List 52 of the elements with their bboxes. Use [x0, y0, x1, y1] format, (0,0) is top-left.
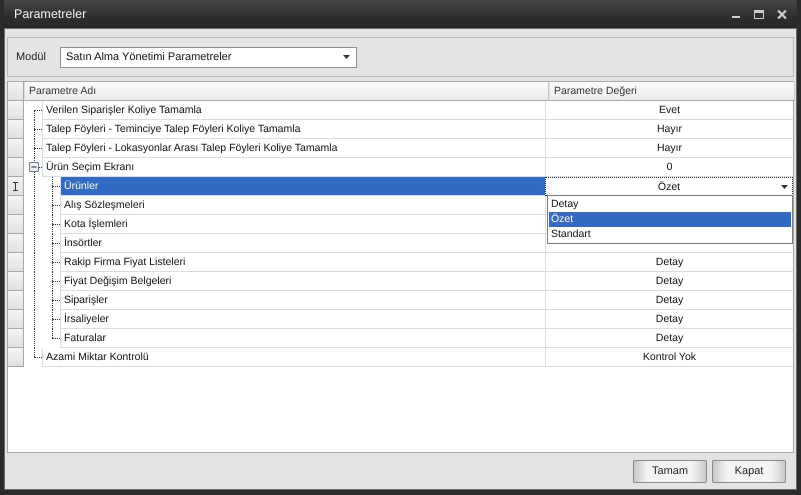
column-header[interactable]: Parametre Değeri: [549, 82, 795, 101]
parameter-name[interactable]: Talep Föyleri - Teminciye Talep Föyleri Koliye Tamamla: [42, 120, 545, 139]
parameter-name[interactable]: Siparişler: [60, 291, 545, 310]
row-header-cell[interactable]: [8, 329, 24, 348]
row-header-cell[interactable]: [8, 310, 24, 329]
collapse-icon[interactable]: [29, 162, 39, 172]
parameter-value: Hayır: [545, 139, 793, 158]
row-header-cell[interactable]: [8, 139, 24, 158]
module-dropdown[interactable]: Satın Alma Yönetimi Parametreler: [60, 46, 357, 68]
parameter-name[interactable]: Faturalar: [60, 329, 545, 348]
dialog-button[interactable]: Kapat: [712, 460, 786, 482]
parameter-value: Detay: [545, 291, 793, 310]
dropdown-option[interactable]: Standart: [549, 227, 791, 242]
row-header-cell[interactable]: [8, 272, 24, 291]
parameter-value: Detay: [545, 310, 793, 329]
row-header-cell[interactable]: [8, 215, 24, 234]
window-title: Parametreler: [14, 7, 88, 21]
row-header-cell[interactable]: [8, 177, 24, 196]
parameter-name[interactable]: Talep Föyleri - Lokasyonlar Arası Talep Föyleri Koliye Tamamla: [42, 139, 545, 158]
parameter-name[interactable]: Kota İşlemleri: [60, 215, 545, 234]
parameter-value: Hayır: [545, 120, 793, 139]
row-header-cell[interactable]: [8, 196, 24, 215]
parameter-value: Evet: [545, 101, 793, 120]
caret-icon: [342, 55, 350, 59]
column-header[interactable]: Parametre Adı: [24, 82, 549, 101]
close-icon[interactable]: [777, 10, 787, 18]
dropdown-option[interactable]: Özet: [549, 212, 791, 227]
parameter-value: 0: [545, 158, 793, 177]
parameter-name[interactable]: Rakip Firma Fiyat Listeleri: [60, 253, 545, 272]
dropdown-option[interactable]: Detay: [549, 197, 791, 212]
parameter-name[interactable]: İnsörtler: [60, 234, 545, 253]
row-header-cell[interactable]: [8, 234, 24, 253]
parameter-value: Detay: [545, 272, 793, 291]
module-label: Modül: [16, 51, 46, 63]
parameter-name[interactable]: İrsaliyeler: [60, 310, 545, 329]
dialog-button[interactable]: Tamam: [633, 460, 707, 482]
row-header-cell[interactable]: [8, 291, 24, 310]
maximize-icon[interactable]: [754, 10, 764, 18]
parameter-value: Detay: [545, 329, 793, 348]
row-header-cell[interactable]: [8, 348, 24, 367]
parameter-name[interactable]: Verilen Siparişler Koliye Tamamla: [42, 101, 545, 120]
parameter-name[interactable]: Ürünler: [60, 177, 545, 196]
row-header-cell[interactable]: [8, 158, 24, 177]
row-header-cell[interactable]: [8, 253, 24, 272]
caret-icon: [781, 185, 788, 189]
parameter-name[interactable]: Alış Sözleşmeleri: [60, 196, 545, 215]
row-header-cell[interactable]: [8, 101, 24, 120]
parameter-value: Detay: [545, 253, 793, 272]
parameter-value: Kontrol Yok: [545, 348, 793, 367]
parameter-name[interactable]: Fiyat Değişim Belgeleri: [60, 272, 545, 291]
row-header-cell[interactable]: [8, 120, 24, 139]
parameter-name[interactable]: Azami Miktar Kontrolü: [42, 348, 545, 367]
